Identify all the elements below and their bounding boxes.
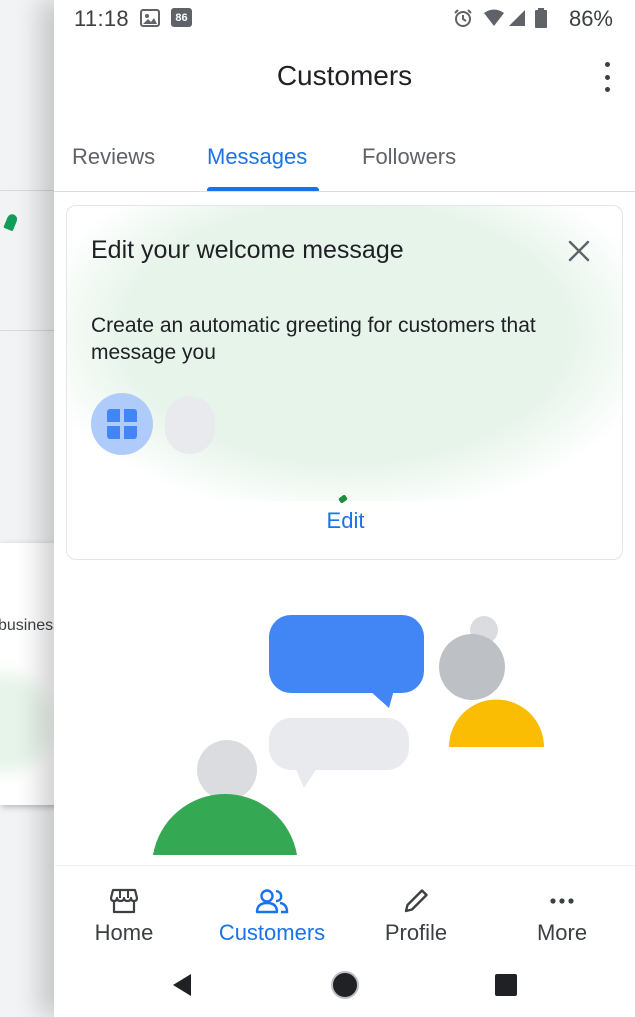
home-circle-icon[interactable] — [329, 969, 361, 1001]
conversation-illustration — [153, 615, 544, 855]
background-divider — [0, 190, 60, 191]
illustration-person-right-head — [439, 634, 505, 700]
wifi-icon — [482, 8, 506, 28]
nav-profile-label: Profile — [384, 920, 448, 945]
nav-profile[interactable]: Profile — [346, 866, 486, 952]
background-card-text: business — [0, 617, 62, 634]
customers-screen: 11:18 86 86% Customers Reviews Messages … — [54, 0, 635, 1017]
business-avatar — [91, 393, 153, 455]
status-bar: 11:18 86 86% — [54, 0, 635, 40]
pencil-icon — [402, 886, 430, 916]
tab-messages[interactable]: Messages — [207, 144, 307, 170]
bottom-navigation: Home Customers Profile More — [54, 865, 635, 951]
nav-customers-label: Customers — [218, 920, 326, 945]
people-icon — [255, 886, 289, 916]
tab-reviews[interactable]: Reviews — [72, 144, 155, 170]
system-navigation-bar — [54, 951, 635, 1017]
edit-button[interactable]: Edit — [67, 508, 622, 534]
nav-more[interactable]: More — [492, 866, 632, 952]
recents-icon[interactable] — [490, 969, 522, 1001]
illustration-person-left-body — [153, 794, 297, 855]
background-divider — [0, 330, 60, 331]
illustration-person-left-head — [197, 740, 257, 800]
screen: business 11:18 86 86% Customers Reviews … — [0, 0, 635, 1017]
card-description: Create an automatic greeting for custome… — [91, 314, 536, 364]
nav-customers[interactable]: Customers — [202, 866, 342, 952]
battery-percent: 86% — [568, 6, 613, 31]
photo-notification-icon — [140, 8, 160, 28]
illustration-person-right-body — [449, 699, 544, 747]
illustration-grey-bubble — [269, 718, 409, 770]
storefront-icon — [110, 886, 138, 916]
welcome-message-card: Edit your welcome message Create an auto… — [66, 205, 623, 560]
illustration-grey-bubble-tail — [294, 765, 319, 788]
active-tab-indicator — [207, 187, 319, 191]
alarm-icon — [452, 8, 474, 28]
nav-home-label: Home — [94, 920, 154, 945]
more-horiz-icon — [549, 886, 575, 916]
illustration-blue-bubble — [269, 615, 424, 693]
signal-icon — [508, 8, 526, 28]
app-bar: Customers — [54, 40, 635, 112]
back-icon[interactable] — [166, 969, 198, 1001]
tab-followers[interactable]: Followers — [362, 144, 456, 170]
message-bubble-placeholder — [165, 396, 215, 454]
more-vert-icon[interactable] — [599, 62, 615, 92]
card-title: Edit your welcome message — [91, 236, 404, 264]
tab-bar: Reviews Messages Followers — [54, 130, 635, 192]
battery-icon — [534, 8, 548, 28]
illustration-blue-bubble-tail — [369, 690, 394, 708]
status-time: 11:18 — [74, 6, 129, 31]
business-logo-icon — [107, 409, 137, 439]
notification-badge: 86 — [171, 8, 192, 27]
close-icon[interactable] — [566, 238, 592, 264]
nav-home[interactable]: Home — [54, 866, 194, 952]
background-card-blob — [0, 673, 50, 773]
background-screen — [0, 0, 60, 1017]
page-title: Customers — [276, 60, 413, 91]
nav-more-label: More — [536, 920, 588, 945]
